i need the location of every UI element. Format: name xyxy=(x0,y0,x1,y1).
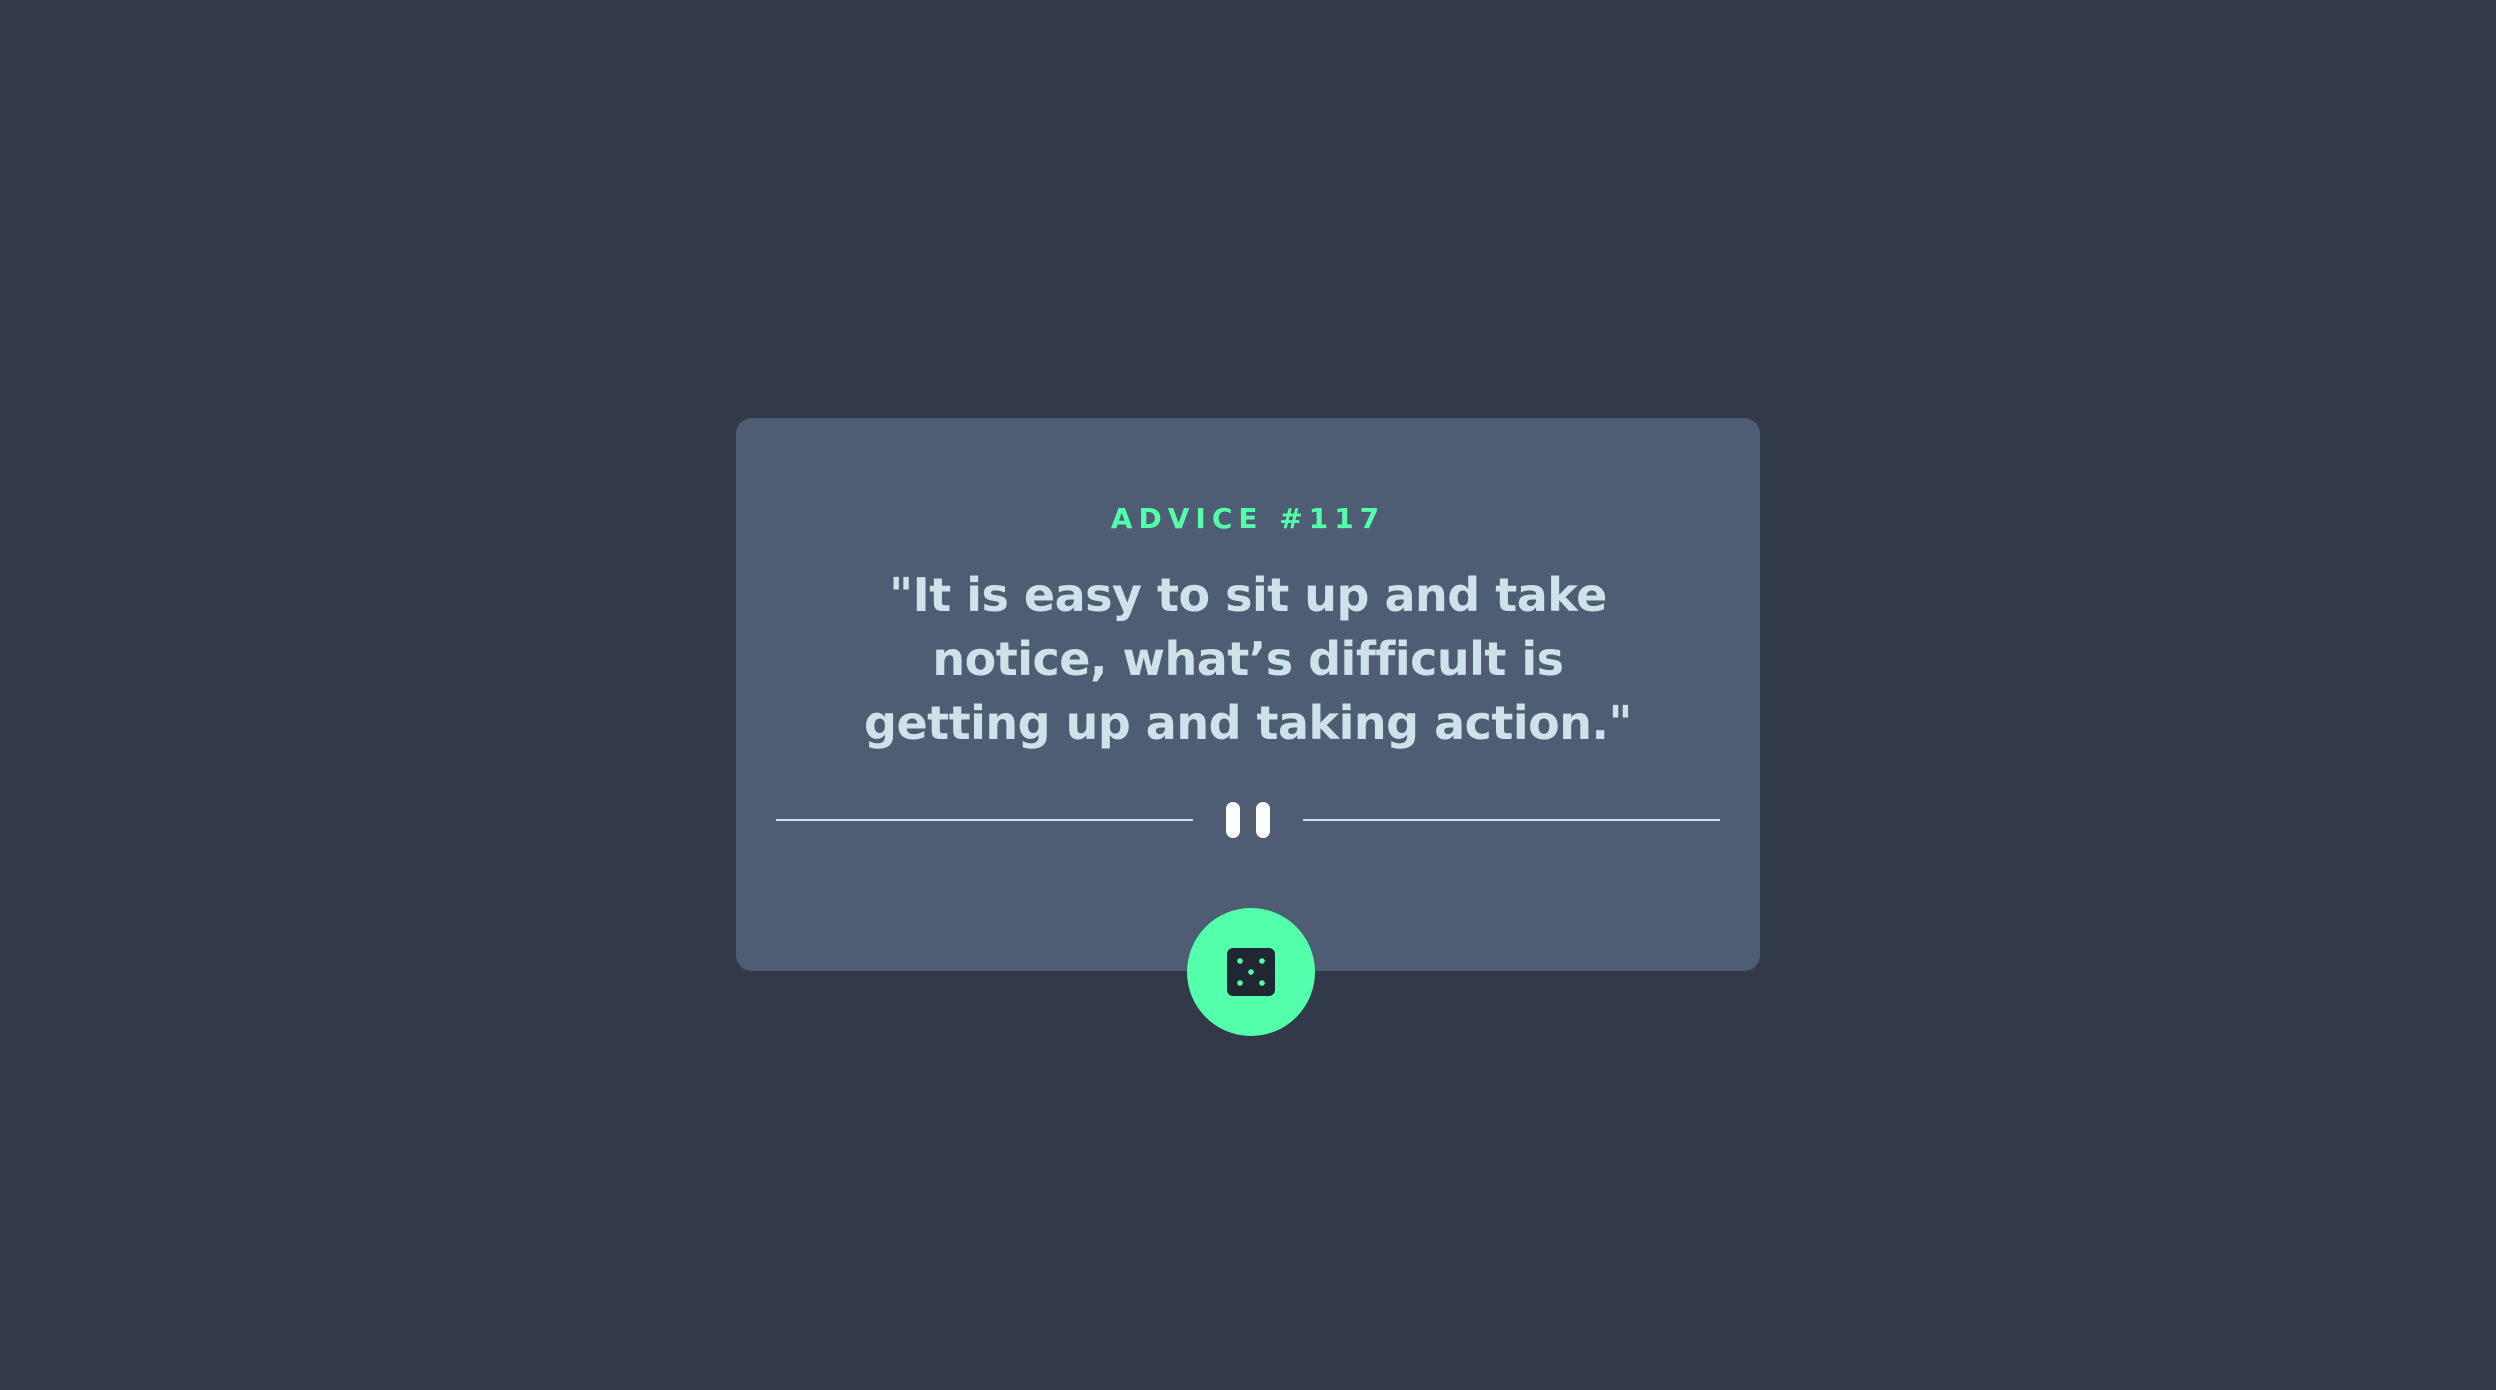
divider-line-right xyxy=(1303,819,1720,821)
pause-icon xyxy=(1226,802,1270,838)
advice-id: ADVICE #117 xyxy=(1110,502,1386,535)
divider-line-left xyxy=(776,819,1193,821)
advice-quote: "It is easy to sit up and take notice, w… xyxy=(864,568,1632,750)
advice-card: ADVICE #117 "It is easy to sit up and ta… xyxy=(736,418,1760,971)
new-advice-button[interactable] xyxy=(1187,908,1315,1036)
dice-icon xyxy=(1227,948,1275,996)
